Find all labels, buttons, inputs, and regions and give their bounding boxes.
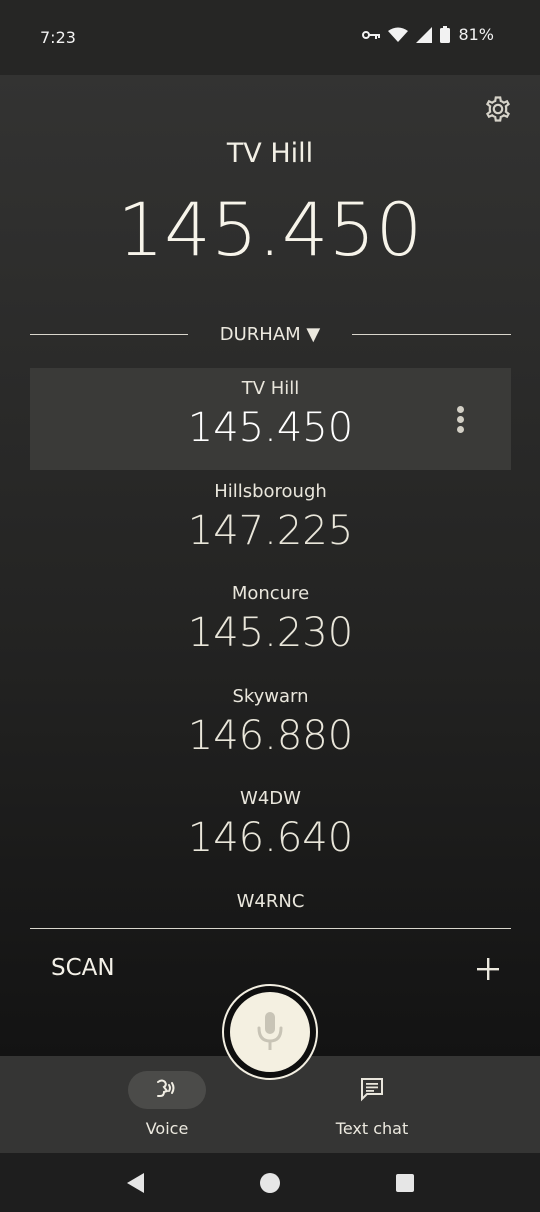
channel-name: TV Hill <box>241 378 300 399</box>
channel-frequency: 145.450 <box>187 405 354 451</box>
microphone-icon <box>257 1012 283 1050</box>
nav-voice-label: Voice <box>145 1119 189 1138</box>
push-to-talk-button[interactable] <box>222 984 318 1080</box>
channel-name: W4RNC <box>236 891 305 912</box>
group-divider-right <box>352 334 511 335</box>
battery-icon <box>440 26 451 43</box>
home-icon[interactable] <box>258 1171 282 1195</box>
nav-text-chat-label: Text chat <box>335 1119 409 1138</box>
gear-icon[interactable] <box>484 95 512 123</box>
status-time: 7:23 <box>40 28 76 47</box>
recents-icon[interactable] <box>393 1171 417 1195</box>
system-navigation-bar <box>0 1153 540 1212</box>
channel-name: Moncure <box>231 583 310 604</box>
wifi-icon <box>388 27 409 43</box>
back-icon[interactable] <box>124 1171 148 1195</box>
channel-name: Hillsborough <box>214 481 327 502</box>
group-dropdown[interactable]: DURHAM ▼ <box>190 324 350 345</box>
push-to-talk-inner <box>230 992 310 1072</box>
channel-item[interactable]: Hillsborough 147.225 <box>30 471 511 573</box>
voice-icon <box>154 1076 180 1102</box>
nav-text-chat[interactable]: Text chat <box>272 1056 472 1153</box>
channel-name: W4DW <box>240 788 301 809</box>
current-channel-name: TV Hill <box>226 138 314 169</box>
group-divider-left <box>30 334 188 335</box>
channel-item[interactable]: Moncure 145.230 <box>30 573 511 675</box>
channel-item-selected[interactable]: TV Hill 145.450 <box>30 368 511 470</box>
channel-frequency: 146.640 <box>187 815 354 861</box>
channel-name: Skywarn <box>232 686 309 707</box>
list-divider <box>30 928 511 929</box>
more-vert-icon[interactable] <box>457 406 465 434</box>
main-panel: TV Hill 145.450 DURHAM ▼ TV Hill 145.450… <box>0 75 540 1056</box>
current-channel-frequency: 145.450 <box>117 188 423 273</box>
status-bar: 7:23 81% <box>0 0 540 75</box>
vpn-key-icon <box>362 29 381 41</box>
channel-frequency: 146.880 <box>187 713 354 759</box>
channel-frequency: 145.230 <box>187 610 354 656</box>
status-icons: 81% <box>362 25 494 44</box>
cell-signal-icon <box>416 26 433 43</box>
nav-voice[interactable]: Voice <box>67 1056 267 1153</box>
channel-item[interactable]: W4RNC <box>30 881 511 921</box>
battery-percent: 81% <box>458 25 494 44</box>
channel-item[interactable]: Skywarn 146.880 <box>30 676 511 778</box>
channel-item[interactable]: W4DW 146.640 <box>30 778 511 880</box>
channel-frequency: 147.225 <box>187 508 354 554</box>
plus-icon[interactable] <box>474 955 502 983</box>
scan-button[interactable]: SCAN <box>51 955 115 981</box>
chat-icon <box>359 1076 385 1102</box>
